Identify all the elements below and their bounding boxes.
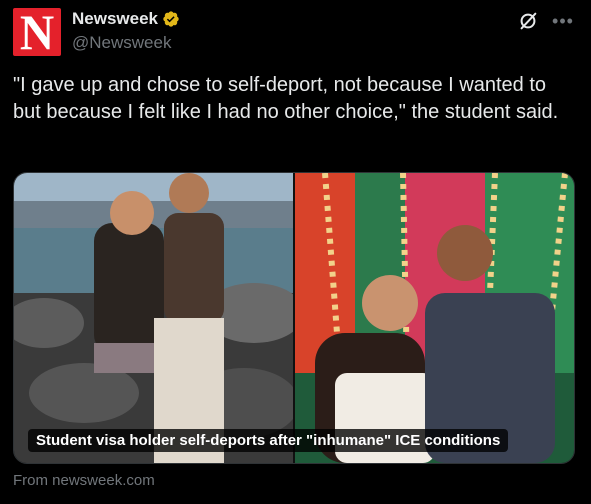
author-name-row[interactable]: Newsweek — [72, 9, 180, 29]
avatar[interactable]: N — [13, 8, 61, 56]
avatar-logo-letter: N — [19, 8, 55, 56]
more-options-icon[interactable]: ••• — [552, 11, 574, 31]
display-name[interactable]: Newsweek — [72, 9, 158, 29]
card-caption[interactable]: Student visa holder self-deports after "… — [28, 429, 509, 452]
couple-waterfront-photo — [14, 173, 293, 463]
card-source-link[interactable]: From newsweek.com — [13, 472, 155, 489]
couple-festive-photo — [295, 173, 574, 463]
grok-icon[interactable] — [517, 10, 539, 32]
verified-badge-icon — [163, 11, 179, 27]
author-handle[interactable]: @Newsweek — [72, 33, 171, 53]
tweet-text: "I gave up and chose to self-deport, not… — [13, 74, 559, 123]
link-card-media[interactable] — [13, 172, 575, 464]
